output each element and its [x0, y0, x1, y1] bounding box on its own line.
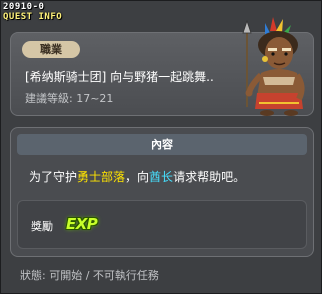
- window-title: QUEST INFO: [3, 12, 63, 22]
- reward-panel: [17, 200, 307, 249]
- desc-text: ，向: [125, 170, 150, 184]
- content-header: 內容: [17, 134, 307, 155]
- quest-description: 为了守护勇士部落，向酋长请求帮助吧。: [29, 168, 245, 185]
- quest-id: 20910-0: [3, 2, 45, 12]
- reward-label: 獎勵: [31, 220, 53, 233]
- quest-info-window: 20910-0 QUEST INFO 職業 [希纳斯骑士团] 向与野猪一起跳舞.…: [0, 0, 322, 294]
- desc-text: 为了守护: [29, 170, 78, 184]
- exp-icon: EXP: [66, 215, 98, 233]
- desc-text: 请求帮助吧。: [173, 170, 246, 184]
- desc-location: 勇士部落: [77, 170, 126, 184]
- quest-status: 狀態: 可開始 / 不可執行任務: [20, 269, 159, 282]
- npc-portrait: [242, 17, 305, 116]
- recommended-level: 建議等級: 17~21: [25, 92, 114, 105]
- desc-npc: 酋长: [149, 170, 174, 184]
- job-badge: 職業: [22, 41, 80, 58]
- quest-name: [希纳斯骑士团] 向与野猪一起跳舞..: [25, 70, 214, 84]
